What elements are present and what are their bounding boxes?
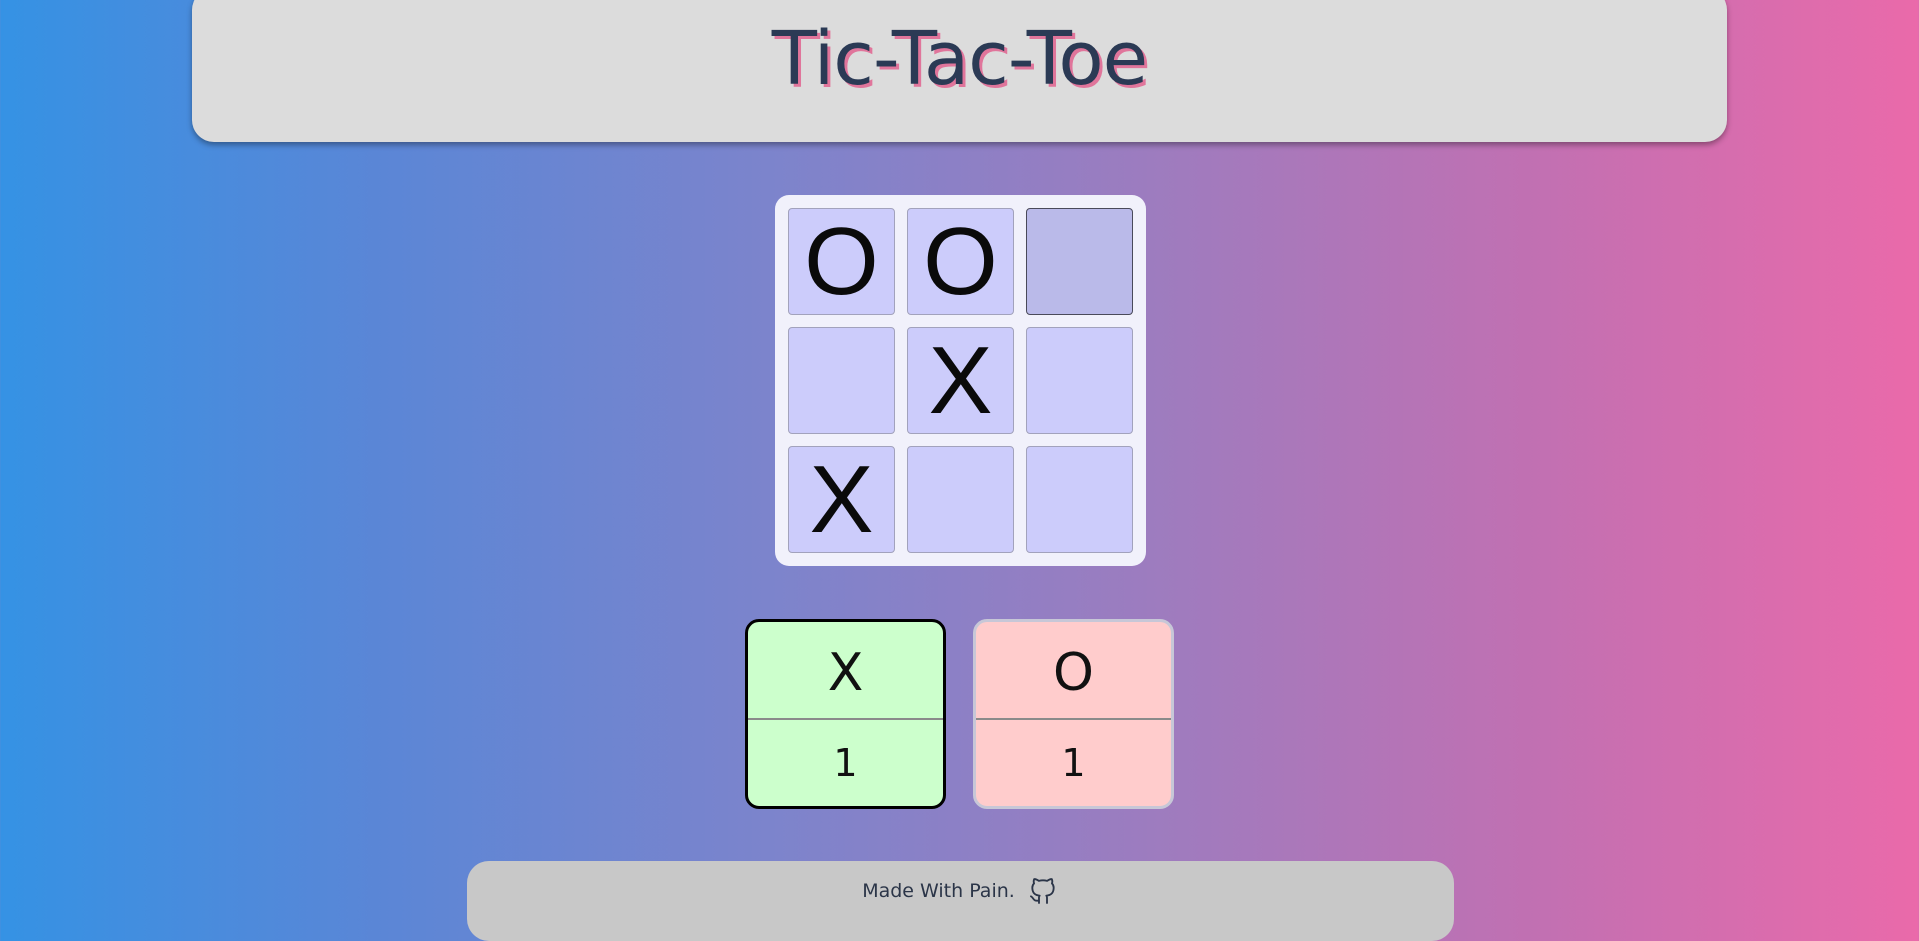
- game-board: O O X X: [775, 195, 1146, 566]
- score-player-label: X: [748, 622, 943, 720]
- score-card-x: X 1: [745, 619, 946, 809]
- board-cell[interactable]: [1026, 327, 1133, 434]
- score-card-o: O 1: [973, 619, 1174, 809]
- board-cell[interactable]: X: [788, 446, 895, 553]
- header-banner: Tic-Tac-Toe: [192, 0, 1727, 142]
- board-cell[interactable]: O: [788, 208, 895, 315]
- github-icon[interactable]: [1027, 875, 1059, 907]
- footer-content: Made With Pain.: [467, 875, 1454, 907]
- footer: Made With Pain.: [467, 861, 1454, 941]
- page-title: Tic-Tac-Toe: [771, 16, 1148, 102]
- board-cell[interactable]: [1026, 446, 1133, 553]
- board-cell[interactable]: [907, 446, 1014, 553]
- board-cell[interactable]: X: [907, 327, 1014, 434]
- footer-text: Made With Pain.: [862, 880, 1015, 902]
- score-value: 1: [1061, 741, 1086, 785]
- board-cell[interactable]: [788, 327, 895, 434]
- score-player-label: O: [976, 622, 1171, 720]
- score-value: 1: [833, 741, 858, 785]
- board-cell[interactable]: [1026, 208, 1133, 315]
- board-cell[interactable]: O: [907, 208, 1014, 315]
